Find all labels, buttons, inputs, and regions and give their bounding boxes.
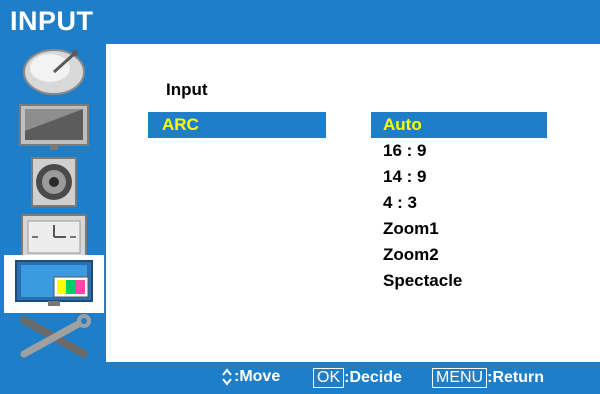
sidebar-item-picture[interactable] (4, 101, 104, 153)
satellite-dish-icon (23, 49, 85, 95)
input-screen-icon (15, 260, 93, 306)
decide-hint: OK:Decide (313, 368, 402, 388)
arc-label: ARC (162, 115, 199, 134)
move-hint: :Move (220, 368, 280, 386)
sidebar-item-satellite[interactable] (4, 46, 104, 98)
option-zoom2[interactable]: Zoom2 (371, 242, 547, 268)
arc-menu-item[interactable]: ARC (148, 112, 326, 138)
input-heading: Input (166, 80, 208, 99)
ok-key: OK (313, 368, 345, 388)
speaker-icon (31, 157, 77, 207)
osd-screen: INPUT Input ARC Auto 16: 9 14: 9 4: 3… (0, 0, 600, 394)
option-16-9[interactable]: 16 : 9 (371, 138, 547, 164)
sidebar (0, 44, 106, 362)
return-hint: MENU:Return (432, 368, 544, 388)
page-title: INPUT (10, 6, 94, 36)
option-spectacle[interactable]: Spectacle (371, 268, 547, 294)
decide-label: :Decide (344, 369, 402, 386)
move-arrows-icon (222, 368, 232, 386)
sidebar-item-input[interactable] (4, 255, 104, 313)
sidebar-item-setup[interactable] (4, 310, 104, 362)
tv-monitor-icon (19, 104, 89, 150)
option-zoom1[interactable]: Zoom1 (371, 216, 547, 242)
menu-key: MENU (432, 368, 488, 388)
return-label: :Return (487, 369, 544, 386)
content-panel: Input ARC Auto 16 : 9 14 : 9 4 : 3 Zoom1… (106, 44, 600, 362)
footer-hints: :Move OK:Decide MENU:Return (0, 362, 600, 394)
option-auto[interactable]: Auto (371, 112, 547, 138)
sidebar-item-sound[interactable] (4, 156, 104, 208)
tools-icon (20, 314, 91, 358)
option-4-3[interactable]: 4 : 3 (371, 190, 547, 216)
option-14-9[interactable]: 14 : 9 (371, 164, 547, 190)
title-bar: INPUT (0, 0, 600, 44)
move-label: :Move (234, 368, 281, 386)
